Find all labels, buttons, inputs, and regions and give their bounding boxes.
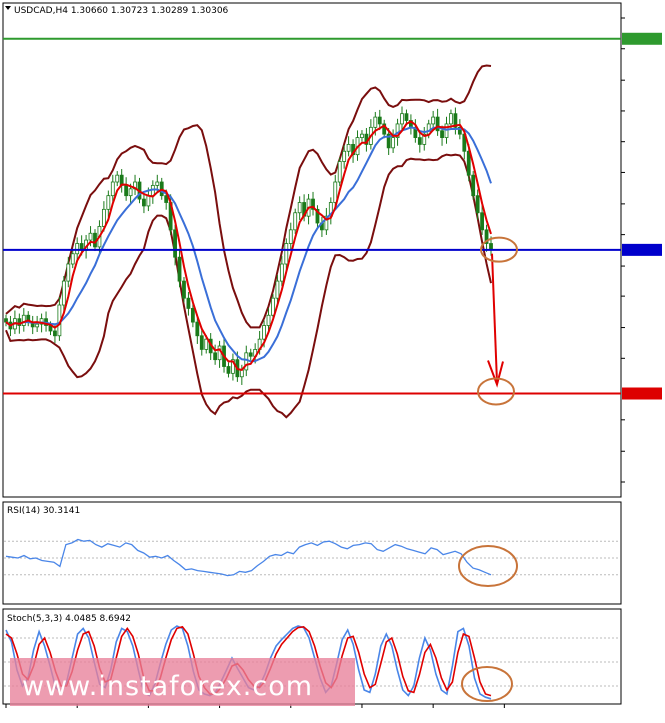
candle-body xyxy=(449,113,453,125)
candle-body xyxy=(333,181,338,203)
candle-body xyxy=(377,116,382,125)
candle-body xyxy=(128,188,133,197)
candle-body xyxy=(239,369,244,378)
candle-body xyxy=(342,150,347,162)
candle-body xyxy=(88,232,93,241)
candle-body xyxy=(195,321,200,337)
candle-body xyxy=(186,297,191,309)
candle-body xyxy=(177,256,182,282)
candle-body xyxy=(480,212,485,231)
usdcad-chart: USDCAD,H4 1.30660 1.30723 1.30289 1.3030… xyxy=(2,2,662,708)
candle-body xyxy=(262,325,266,340)
candle-body xyxy=(146,195,151,207)
candle-body xyxy=(431,116,436,125)
candle-body xyxy=(199,335,204,350)
candle-body xyxy=(440,130,444,138)
candle-body xyxy=(115,174,120,183)
candle-body xyxy=(475,195,480,214)
candle-body xyxy=(75,243,80,255)
candle-body xyxy=(288,229,293,244)
candle-body xyxy=(400,113,404,125)
rsi-panel-frame xyxy=(2,501,622,605)
candle-body xyxy=(284,243,289,265)
candle-body xyxy=(266,314,271,326)
candle-body xyxy=(213,352,218,361)
candle-body xyxy=(66,263,71,282)
candle-body xyxy=(142,198,146,207)
candle-body xyxy=(360,133,364,138)
watermark-text: www.instaforex.com xyxy=(22,671,313,702)
candle-body xyxy=(248,352,253,357)
candle-body xyxy=(279,263,284,282)
candle-body xyxy=(190,308,195,323)
candle-body xyxy=(346,144,351,152)
support-level-badge xyxy=(622,387,662,400)
candle-body xyxy=(173,229,177,258)
candle-body xyxy=(471,174,476,197)
candle-body xyxy=(297,202,302,214)
stoch-title: Stoch(5,3,3) 4.0485 8.6942 xyxy=(7,614,131,624)
candle-body xyxy=(417,137,422,145)
candle-body xyxy=(275,280,280,299)
current-price-badge xyxy=(622,243,662,256)
candle-body xyxy=(489,243,493,251)
candle-body xyxy=(337,161,342,183)
candle-body xyxy=(106,195,111,210)
candle-body xyxy=(182,280,186,299)
candle-body xyxy=(444,123,449,138)
candle-body xyxy=(391,137,396,149)
candle-body xyxy=(155,181,160,186)
candle-body xyxy=(35,323,40,328)
candle-body xyxy=(53,330,57,337)
candle-body xyxy=(61,280,66,306)
candle-body xyxy=(373,116,378,128)
candle-body xyxy=(101,208,106,227)
candle-body xyxy=(204,338,209,350)
candle-body xyxy=(110,181,115,197)
candle-body xyxy=(435,116,440,132)
candle-body xyxy=(70,253,75,265)
candle-body xyxy=(293,212,298,231)
candle-body xyxy=(404,113,409,121)
resistance-level-badge xyxy=(622,32,662,45)
rsi-title: RSI(14) 30.3141 xyxy=(7,506,80,516)
main-chart-title: USDCAD,H4 1.30660 1.30723 1.30289 1.3030… xyxy=(14,6,229,16)
candle-body xyxy=(4,318,8,323)
candle-body xyxy=(226,366,231,374)
candle-body xyxy=(124,185,129,197)
candle-body xyxy=(21,314,26,326)
